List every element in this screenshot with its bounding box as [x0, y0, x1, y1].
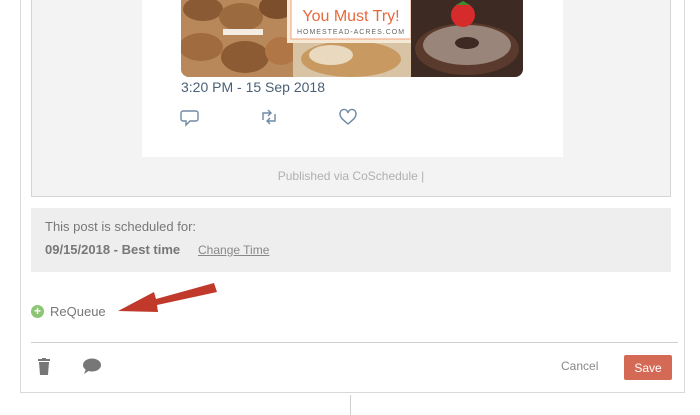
retweet-icon[interactable]: [259, 107, 279, 127]
save-button[interactable]: Save: [624, 355, 672, 380]
cancel-button[interactable]: Cancel: [561, 359, 598, 373]
change-time-link[interactable]: Change Time: [198, 243, 269, 257]
like-icon[interactable]: [338, 107, 358, 127]
tweet-timestamp: 3:20 PM - 15 Sep 2018: [181, 79, 325, 95]
footer-divider: [31, 342, 678, 343]
schedule-panel: This post is scheduled for: 09/15/2018 -…: [31, 208, 671, 272]
schedule-label: This post is scheduled for:: [45, 219, 197, 234]
tweet-image: You Must Try! HOMESTEAD-ACRES.COM: [181, 0, 523, 77]
schedule-date: 09/15/2018 - Best time: [45, 242, 181, 257]
requeue-label: ReQueue: [50, 304, 106, 319]
banner-title: You Must Try!: [302, 8, 399, 25]
trash-icon[interactable]: [36, 358, 52, 375]
comment-icon[interactable]: [82, 358, 101, 375]
reply-icon[interactable]: [180, 107, 200, 127]
post-editor-modal: You Must Try! HOMESTEAD-ACRES.COM 3:20 P…: [20, 0, 685, 393]
banner-url: HOMESTEAD-ACRES.COM: [297, 29, 405, 36]
social-preview: You Must Try! HOMESTEAD-ACRES.COM 3:20 P…: [31, 0, 671, 197]
published-via-text: Published via CoSchedule |: [277, 169, 425, 183]
add-circle-icon: +: [31, 305, 44, 318]
tweet-card: You Must Try! HOMESTEAD-ACRES.COM 3:20 P…: [142, 0, 563, 157]
connector-line: [350, 395, 351, 415]
